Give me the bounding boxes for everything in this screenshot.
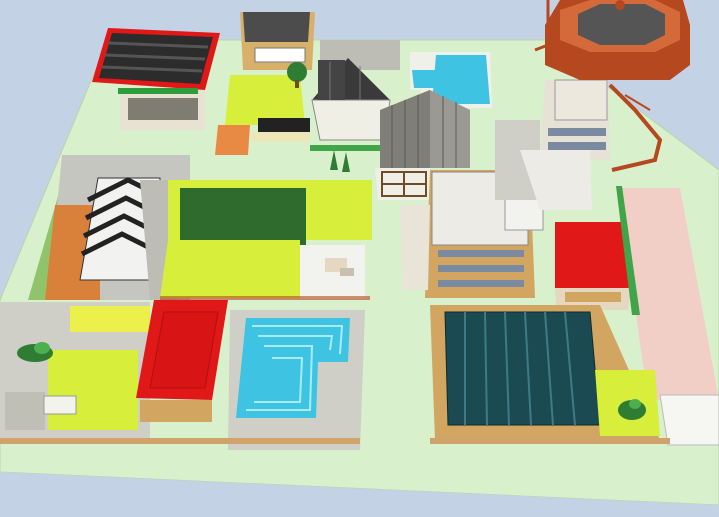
dark-car-lot [252,118,310,142]
left-pavement-lot [0,302,150,440]
isometric-scene[interactable] [0,0,719,517]
large-pool [228,310,365,450]
green-roof-house [160,180,372,298]
game-viewport[interactable] [0,0,719,517]
